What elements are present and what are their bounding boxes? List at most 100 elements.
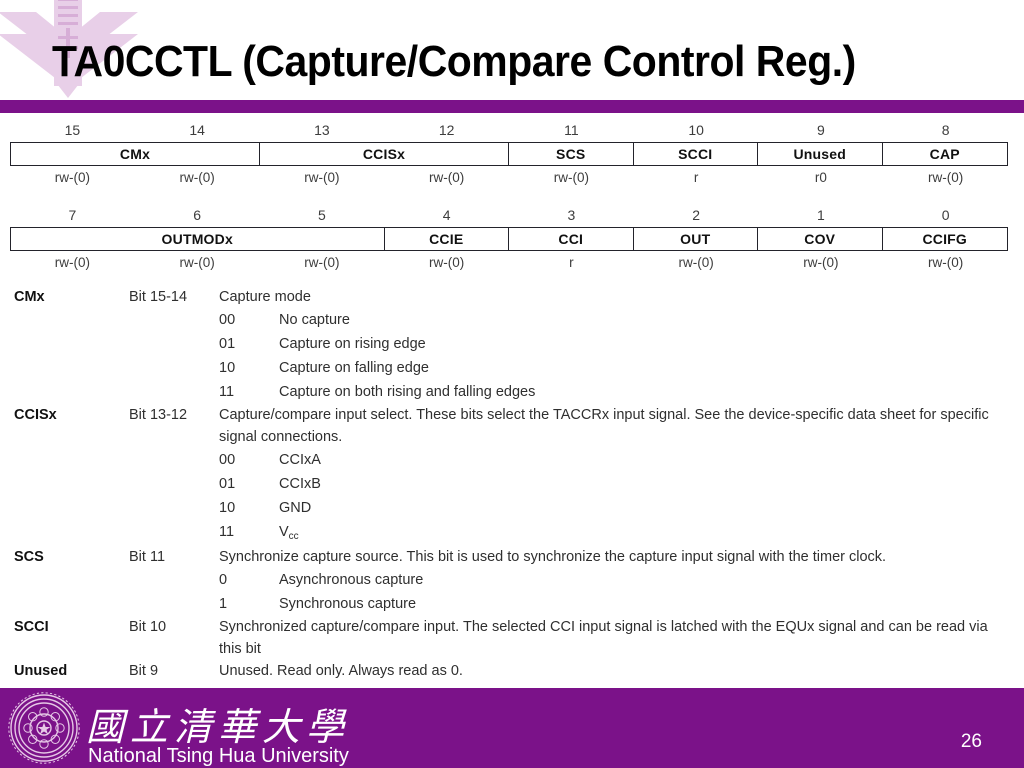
field-option-code: 0 bbox=[219, 572, 228, 588]
field-description-paragraph: Synchronized capture/compare input. The … bbox=[219, 619, 988, 657]
field-option: 01 Capture on rising edge bbox=[219, 332, 1006, 356]
field-description-text: Synchronize capture source. This bit is … bbox=[219, 546, 1024, 616]
bit-number: 0 bbox=[941, 207, 950, 223]
bit-access-value: rw-(0) bbox=[553, 170, 589, 185]
bit-access-value: rw-(0) bbox=[803, 255, 839, 270]
field-description-row: SCCI Bit 10 Synchronized capture/compare i… bbox=[0, 616, 1024, 660]
bit-field-scs: SCS bbox=[509, 143, 634, 165]
bit-field-cmx: CMx bbox=[11, 143, 260, 165]
bit-access-row-low: rw-(0) rw-(0) rw-(0) rw-(0) r rw-(0) rw-(0) rw-… bbox=[10, 251, 1008, 275]
bit-access-value: rw-(0) bbox=[179, 170, 215, 185]
field-option-code: 1 bbox=[219, 596, 228, 612]
field-option-code: 01 bbox=[219, 336, 236, 352]
field-description-paragraph: Unused. Read only. Always read as 0. bbox=[219, 663, 463, 679]
field-name: CCISx bbox=[14, 407, 57, 423]
slide-footer: 國立清華大學 National Tsing Hua University 26 bbox=[0, 688, 1024, 768]
field-description-paragraph: Synchronize capture source. This bit is … bbox=[219, 549, 887, 565]
bit-number: 11 bbox=[564, 122, 579, 138]
field-option-label: GND bbox=[279, 500, 312, 516]
field-bit-range: Bit 9 bbox=[129, 663, 159, 679]
bit-number: 13 bbox=[314, 122, 330, 138]
university-seal-icon bbox=[8, 692, 80, 764]
field-description-paragraph: Capture/compare input select. These bits… bbox=[219, 407, 989, 445]
bit-field-unused: Unused bbox=[758, 143, 883, 165]
field-description-text: Capture mode 00 No capture 01 Capture on ris… bbox=[219, 286, 1024, 404]
field-option: 0 Asynchronous capture bbox=[219, 568, 1006, 592]
bit-field-row-high: CMx CCISx SCS SCCI Unused CAP bbox=[10, 142, 1008, 166]
bit-field-scci: SCCI bbox=[634, 143, 758, 165]
bit-access-value: rw-(0) bbox=[54, 170, 90, 185]
field-description-text: Synchronized capture/compare input. The … bbox=[219, 616, 1024, 660]
bit-field-ccie: CCIE bbox=[385, 228, 509, 250]
field-option-list: 0 Asynchronous capture 1 Synchronous captur… bbox=[219, 568, 1006, 616]
field-option-code: 10 bbox=[219, 360, 236, 376]
page-title: TA0CCTL (Capture/Compare Control Reg.) bbox=[52, 37, 856, 86]
bit-access-value: r bbox=[569, 255, 574, 270]
field-description-paragraph: Capture mode bbox=[219, 289, 311, 305]
bit-number: 14 bbox=[189, 122, 205, 138]
field-option: 00 No capture bbox=[219, 308, 1006, 332]
bit-field-row-low: OUTMODx CCIE CCI OUT COV CCIFG bbox=[10, 227, 1008, 251]
field-option-code: 00 bbox=[219, 312, 236, 328]
bit-number: 9 bbox=[816, 122, 825, 138]
field-option: 11 Capture on both rising and falling edg… bbox=[219, 380, 1006, 404]
field-option-label: Asynchronous capture bbox=[279, 572, 424, 588]
bit-access-value: rw-(0) bbox=[429, 170, 465, 185]
field-option-label: Capture on rising edge bbox=[279, 336, 426, 352]
bit-access-value: rw-(0) bbox=[928, 170, 964, 185]
bit-access-value: rw-(0) bbox=[179, 255, 215, 270]
bit-number: 10 bbox=[688, 122, 704, 138]
field-option-code: 01 bbox=[219, 476, 236, 492]
field-option-label: No capture bbox=[279, 312, 350, 328]
field-option-subscript: cc bbox=[288, 531, 299, 542]
bit-access-value: rw-(0) bbox=[304, 170, 340, 185]
field-description-text: Capture/compare input select. These bits… bbox=[219, 404, 1024, 546]
bit-field-ccifg: CCIFG bbox=[922, 231, 968, 247]
bit-field-outmodx: OUTMODx bbox=[11, 228, 385, 250]
register-low-byte: 7 6 5 4 3 2 1 0 OUTMODx CCIE CCI OUT COV CCIFG rw-(0… bbox=[10, 205, 1008, 275]
bit-number: 12 bbox=[438, 122, 455, 138]
field-description-row: SCS Bit 11 Synchronize capture source. Thi… bbox=[0, 546, 1024, 616]
field-description-row: Unused Bit 9 Unused. Read only. Always rea… bbox=[0, 660, 1024, 682]
title-underline-bar bbox=[0, 100, 1024, 113]
bit-number: 4 bbox=[442, 207, 451, 223]
bit-number: 2 bbox=[692, 207, 701, 223]
bit-access-value: rw-(0) bbox=[928, 255, 964, 270]
bit-field-cci: CCI bbox=[509, 228, 634, 250]
bit-access-value: rw-(0) bbox=[678, 255, 714, 270]
bit-field-cov: COV bbox=[758, 228, 883, 250]
field-name: SCCI bbox=[14, 619, 49, 635]
field-option-list: 00 No capture 01 Capture on rising edge 10 Ca… bbox=[219, 308, 1006, 404]
slide: TA0CCTL (Capture/Compare Control Reg.) 1… bbox=[0, 0, 1024, 768]
field-option-label: CCIxB bbox=[279, 476, 321, 492]
bit-access-value: rw-(0) bbox=[304, 255, 340, 270]
field-option: 10 Capture on falling edge bbox=[219, 356, 1006, 380]
bit-field-out: OUT bbox=[634, 228, 758, 250]
university-name-cn: 國立清華大學 bbox=[86, 705, 351, 749]
field-name: Unused bbox=[14, 663, 68, 679]
field-name: CMx bbox=[14, 289, 45, 305]
field-option: 01 CCIxB bbox=[219, 472, 1006, 496]
bit-number-row-low: 7 6 5 4 3 2 1 0 bbox=[10, 205, 1008, 227]
page-number: 26 bbox=[960, 731, 982, 752]
field-bit-range: Bit 13-12 bbox=[129, 407, 188, 423]
field-option-code: 11 bbox=[219, 384, 235, 400]
register-high-byte: 15 14 13 12 11 10 9 8 CMx CCISx SCS SCCI Unused CAP … bbox=[10, 120, 1008, 190]
university-name-en: National Tsing Hua University bbox=[88, 745, 349, 767]
field-bit-range: Bit 11 bbox=[129, 549, 166, 565]
bit-number: 15 bbox=[64, 122, 81, 138]
field-bit-range: Bit 10 bbox=[129, 619, 167, 635]
bit-number: 6 bbox=[193, 207, 202, 223]
bit-access-row-high: rw-(0) rw-(0) rw-(0) rw-(0) rw-(0) r r0 rw-(0) bbox=[10, 166, 1008, 190]
bit-number: 5 bbox=[317, 207, 326, 223]
bit-number-row-high: 15 14 13 12 11 10 9 8 bbox=[10, 120, 1008, 142]
bit-number: 1 bbox=[816, 207, 825, 223]
field-description-list: CMx Bit 15-14 Capture mode 00 No capture 01 Ca… bbox=[0, 286, 1024, 682]
field-description-row: CCISx Bit 13-12 Capture/compare input sele… bbox=[0, 404, 1024, 546]
bit-number: 7 bbox=[68, 207, 77, 223]
bit-field-cap: CAP bbox=[929, 146, 960, 162]
bit-number: 8 bbox=[941, 122, 950, 138]
field-description-text: Unused. Read only. Always read as 0. bbox=[219, 660, 1024, 682]
field-option-label: Synchronous capture bbox=[279, 596, 417, 612]
field-option-label: Capture on both rising and falling edges bbox=[279, 384, 536, 400]
